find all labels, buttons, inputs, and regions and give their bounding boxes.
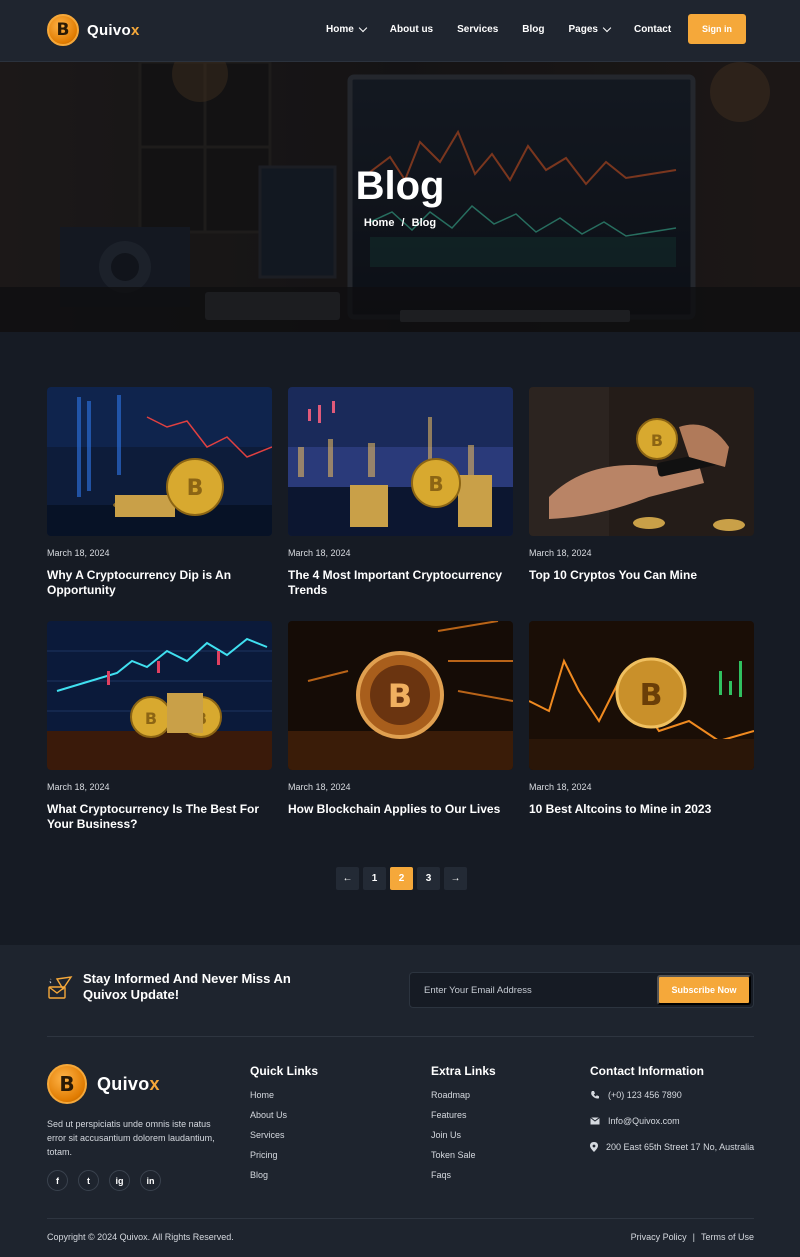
blog-card[interactable]: B March 18, 2024 How Blockchain Applies … bbox=[288, 621, 513, 817]
copyright-text: Copyright © 2024 Quivox. All Rights Rese… bbox=[47, 1232, 234, 1242]
chevron-down-icon bbox=[602, 23, 612, 33]
bitcoin-logo-icon: B bbox=[47, 14, 79, 46]
next-page-button[interactable]: → bbox=[444, 867, 467, 890]
social-links: f t ig in bbox=[47, 1170, 161, 1191]
svg-text:B: B bbox=[651, 431, 663, 450]
brand-name: Quivox bbox=[97, 1073, 160, 1094]
footer-divider bbox=[47, 1036, 754, 1037]
blog-card[interactable]: B B March 18, 2024 What Cryptocurrency I… bbox=[47, 621, 272, 832]
blog-card-date: March 18, 2024 bbox=[288, 782, 351, 792]
chevron-down-icon bbox=[358, 23, 368, 33]
blog-card-title[interactable]: Top 10 Cryptos You Can Mine bbox=[529, 568, 754, 583]
nav-item-blog[interactable]: Blog bbox=[522, 24, 544, 35]
blog-card[interactable]: B March 18, 2024 Top 10 Cryptos You Can … bbox=[529, 387, 754, 583]
pagination: ← 1 2 3 → bbox=[336, 867, 467, 890]
blog-card-title[interactable]: What Cryptocurrency Is The Best For Your… bbox=[47, 802, 272, 832]
brand-logo[interactable]: B Quivox bbox=[47, 14, 140, 46]
privacy-policy-link[interactable]: Privacy Policy bbox=[631, 1232, 687, 1242]
contact-address: 200 East 65th Street 17 No, Australia bbox=[590, 1142, 754, 1152]
nav-item-about[interactable]: About us bbox=[390, 24, 433, 35]
contact-email[interactable]: Info@Quivox.com bbox=[590, 1116, 754, 1126]
brand-name: Quivox bbox=[87, 21, 140, 39]
contact-heading: Contact Information bbox=[590, 1064, 704, 1078]
contact-column: Contact Information (+0) 123 456 7890 In… bbox=[590, 1064, 754, 1168]
svg-text:B: B bbox=[388, 677, 412, 715]
footer-link-roadmap[interactable]: Roadmap bbox=[431, 1090, 496, 1100]
blog-card-date: March 18, 2024 bbox=[529, 548, 592, 558]
nav-item-contact[interactable]: Contact bbox=[634, 24, 671, 35]
subscribe-button[interactable]: Subscribe Now bbox=[657, 975, 751, 1005]
main-nav: Home About us Services Blog Pages Contac… bbox=[326, 23, 695, 35]
bitcoin-logo-icon: B bbox=[47, 1064, 87, 1104]
blog-card-title[interactable]: 10 Best Altcoins to Mine in 2023 bbox=[529, 802, 754, 817]
instagram-icon[interactable]: ig bbox=[109, 1170, 130, 1191]
newsletter-paper-plane-icon bbox=[48, 976, 73, 999]
breadcrumb-current: Blog bbox=[411, 217, 437, 229]
svg-text:B: B bbox=[640, 678, 663, 713]
footer-link-pricing[interactable]: Pricing bbox=[250, 1150, 318, 1160]
blog-card-image[interactable]: B bbox=[529, 387, 754, 536]
page-2-button[interactable]: 2 bbox=[390, 867, 413, 890]
twitter-icon[interactable]: t bbox=[78, 1170, 99, 1191]
nav-item-home[interactable]: Home bbox=[326, 23, 368, 35]
footer-link-about[interactable]: About Us bbox=[250, 1110, 318, 1120]
nav-item-pages[interactable]: Pages bbox=[569, 23, 612, 35]
blog-card-title[interactable]: The 4 Most Important Cryptocurrency Tren… bbox=[288, 568, 513, 598]
blog-card-image[interactable]: B B bbox=[47, 621, 272, 770]
footer-bottom-divider bbox=[47, 1218, 754, 1219]
svg-text:B: B bbox=[145, 709, 157, 728]
legal-separator: | bbox=[692, 1232, 695, 1242]
blog-card-date: March 18, 2024 bbox=[47, 782, 110, 792]
site-header: B Quivox Home About us Services Blog Pag… bbox=[0, 0, 800, 62]
quick-links-heading: Quick Links bbox=[250, 1064, 319, 1078]
footer-link-blog[interactable]: Blog bbox=[250, 1170, 318, 1180]
blog-card-date: March 18, 2024 bbox=[529, 782, 592, 792]
svg-text:B: B bbox=[428, 472, 443, 496]
newsletter-heading: Stay Informed And Never Miss An Quivox U… bbox=[83, 971, 291, 1002]
blog-card-image[interactable]: B bbox=[288, 387, 513, 536]
page-1-button[interactable]: 1 bbox=[363, 867, 386, 890]
quick-links-column: Quick Links Home About Us Services Prici… bbox=[250, 1064, 318, 1190]
blog-card[interactable]: B March 18, 2024 10 Best Altcoins to Min… bbox=[529, 621, 754, 817]
blog-card-title[interactable]: How Blockchain Applies to Our Lives bbox=[288, 802, 513, 817]
blog-card[interactable]: B March 18, 2024 Why A Cryptocurrency Di… bbox=[47, 387, 272, 598]
contact-phone[interactable]: (+0) 123 456 7890 bbox=[590, 1090, 754, 1100]
footer-about-text: Sed ut perspiciatis unde omnis iste natu… bbox=[47, 1119, 215, 1157]
facebook-icon[interactable]: f bbox=[47, 1170, 68, 1191]
footer-link-home[interactable]: Home bbox=[250, 1090, 318, 1100]
phone-icon bbox=[591, 1091, 599, 1099]
mail-icon bbox=[590, 1117, 600, 1125]
location-pin-icon bbox=[590, 1142, 598, 1152]
prev-page-button[interactable]: ← bbox=[336, 867, 359, 890]
page-3-button[interactable]: 3 bbox=[417, 867, 440, 890]
nav-item-services[interactable]: Services bbox=[457, 24, 498, 35]
linkedin-icon[interactable]: in bbox=[140, 1170, 161, 1191]
svg-text:B: B bbox=[187, 476, 204, 501]
blog-card-image[interactable]: B bbox=[288, 621, 513, 770]
extra-links-heading: Extra Links bbox=[431, 1064, 496, 1078]
blog-card[interactable]: B March 18, 2024 The 4 Most Important Cr… bbox=[288, 387, 513, 598]
blog-card-date: March 18, 2024 bbox=[47, 548, 110, 558]
footer-link-faqs[interactable]: Faqs bbox=[431, 1170, 496, 1180]
blog-card-title[interactable]: Why A Cryptocurrency Dip is An Opportuni… bbox=[47, 568, 272, 598]
legal-links: Privacy Policy | Terms of Use bbox=[631, 1232, 754, 1242]
hero-banner: Blog Home / Blog bbox=[0, 62, 800, 332]
breadcrumb: Home / Blog bbox=[0, 217, 800, 229]
extra-links-column: Extra Links Roadmap Features Join Us Tok… bbox=[431, 1064, 496, 1190]
breadcrumb-home-link[interactable]: Home bbox=[364, 217, 395, 229]
footer-link-join-us[interactable]: Join Us bbox=[431, 1130, 496, 1140]
footer-link-token-sale[interactable]: Token Sale bbox=[431, 1150, 496, 1160]
breadcrumb-separator: / bbox=[401, 217, 405, 229]
footer-brand-logo[interactable]: B Quivox bbox=[47, 1064, 160, 1104]
footer-link-features[interactable]: Features bbox=[431, 1110, 496, 1120]
sign-in-button[interactable]: Sign in bbox=[688, 14, 746, 44]
terms-of-use-link[interactable]: Terms of Use bbox=[701, 1232, 754, 1242]
blog-card-image[interactable]: B bbox=[529, 621, 754, 770]
blog-card-image[interactable]: B bbox=[47, 387, 272, 536]
footer-link-services[interactable]: Services bbox=[250, 1130, 318, 1140]
blog-card-date: March 18, 2024 bbox=[288, 548, 351, 558]
page-title: Blog bbox=[355, 164, 445, 208]
